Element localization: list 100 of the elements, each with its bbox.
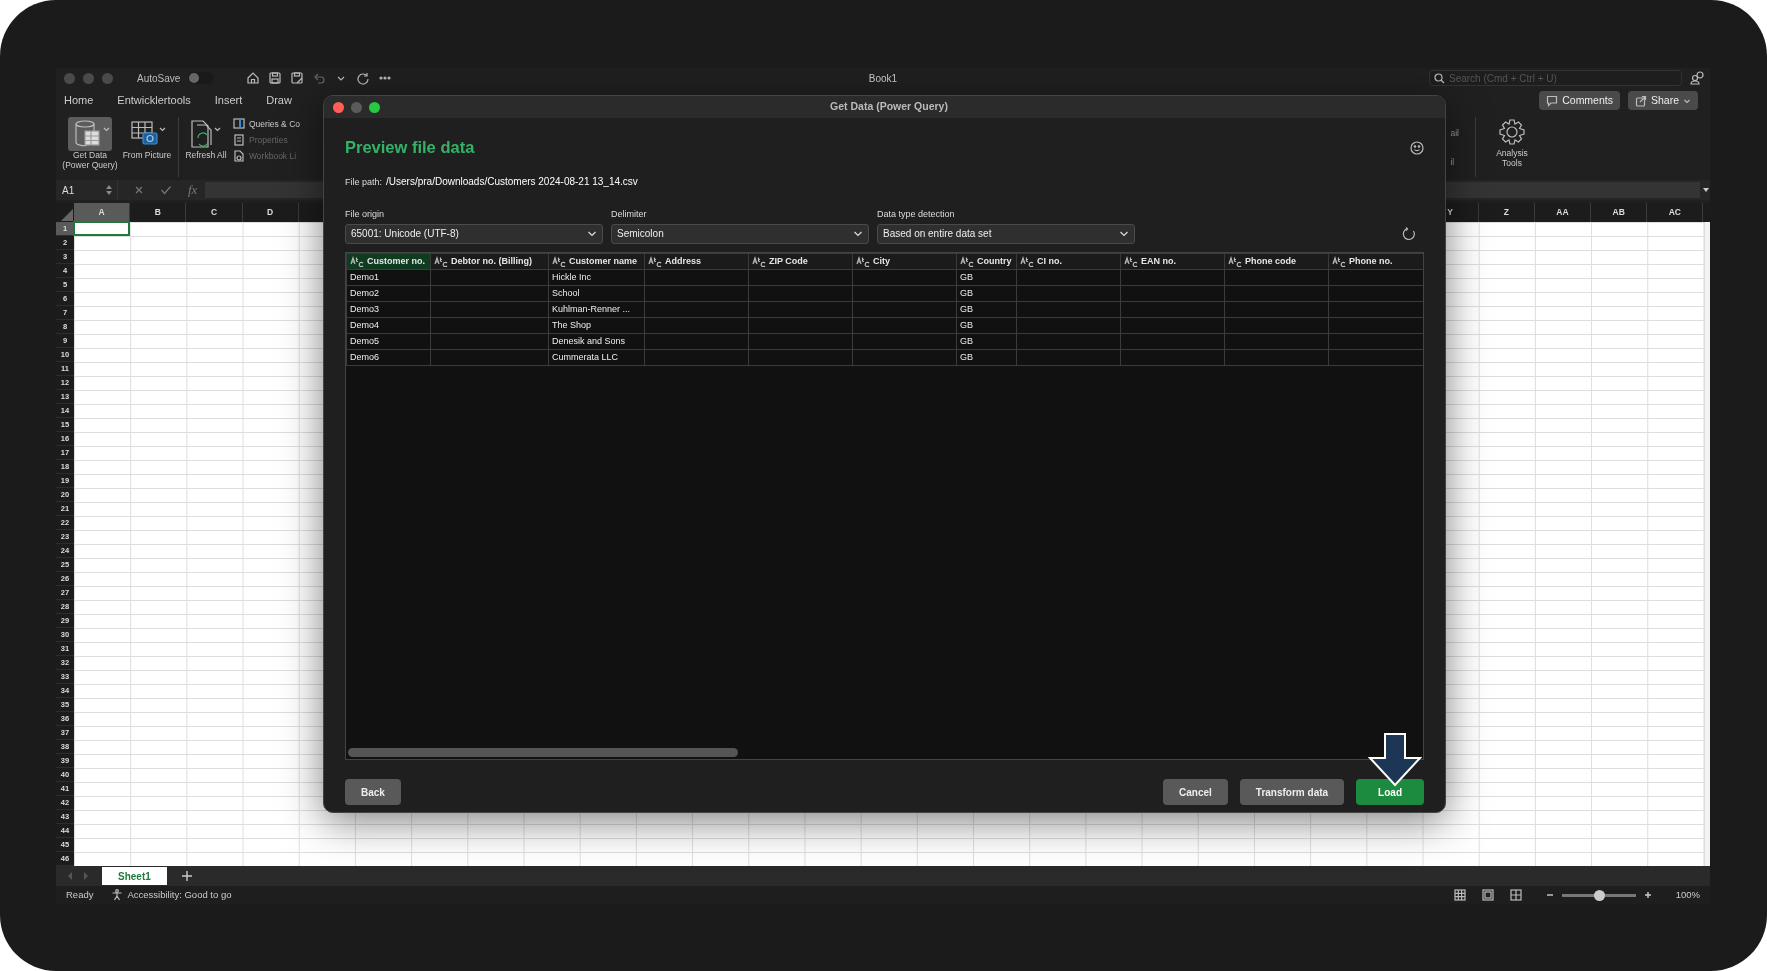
column-header[interactable]: ZIP Code: [748, 253, 853, 270]
column-header[interactable]: Phone no.: [1328, 253, 1423, 270]
ribbon-tab[interactable]: Insert: [214, 92, 253, 109]
ribbon-item-label: ail: [1450, 127, 1459, 140]
zoom-out-icon[interactable]: [1545, 891, 1554, 899]
column-header[interactable]: Phone code: [1224, 253, 1329, 270]
text-type-icon: [350, 255, 364, 267]
name-box[interactable]: A1: [56, 180, 118, 200]
column-header[interactable]: Country: [956, 253, 1017, 270]
table-cell: Demo3: [346, 301, 431, 318]
load-button[interactable]: Load: [1356, 779, 1424, 805]
back-button[interactable]: Back: [345, 779, 401, 805]
save-as-icon[interactable]: [290, 71, 305, 85]
ribbon-button[interactable]: Get Data (Power Query): [60, 117, 120, 171]
vertical-scrollbar[interactable]: [1704, 222, 1710, 866]
autosave-label: AutoSave: [137, 71, 181, 86]
column-title: Address: [665, 254, 701, 268]
dialog-button[interactable]: Cancel: [1163, 779, 1228, 805]
table-cell: GB: [956, 285, 1017, 302]
column-title: Customer name: [569, 254, 638, 268]
stepper-icon[interactable]: [105, 184, 113, 196]
column-header[interactable]: Customer name: [548, 253, 645, 270]
selected-cell[interactable]: [73, 221, 130, 236]
text-type-icon: [1020, 255, 1034, 267]
column-title: Customer no.: [367, 254, 425, 268]
share-button[interactable]: Share: [1627, 91, 1698, 110]
home-icon[interactable]: [246, 71, 261, 85]
text-type-icon: [1228, 255, 1242, 267]
table-cell: Kuhlman-Renner ...: [548, 301, 645, 318]
column-header[interactable]: CI no.: [1016, 253, 1121, 270]
ribbon-button[interactable]: Refresh All: [183, 117, 229, 161]
column-header[interactable]: A: [74, 203, 131, 222]
column-header[interactable]: Debtor no. (Billing): [430, 253, 549, 270]
people-icon[interactable]: [1690, 71, 1706, 85]
comments-button[interactable]: Comments: [1539, 91, 1620, 110]
dialog-button[interactable]: Transform data: [1239, 779, 1345, 805]
ribbon-tab[interactable]: Home: [64, 92, 104, 109]
text-type-icon: [856, 255, 870, 267]
dropdown[interactable]: Based on entire data set: [877, 223, 1135, 244]
column-header[interactable]: Address: [644, 253, 749, 270]
column-title: ZIP Code: [769, 254, 808, 268]
table-cell: Demo6: [346, 349, 431, 366]
dialog-title: Get Data (Power Query): [830, 99, 948, 115]
analysis-tools-button[interactable]: Analysis Tools: [1486, 117, 1538, 169]
sheet-tab[interactable]: Sheet1: [102, 867, 167, 885]
table-cell: GB: [956, 333, 1017, 350]
dialog-heading: Preview file data: [345, 138, 475, 158]
accessibility-icon[interactable]: [111, 889, 124, 901]
file-path: /Users/pra/Downloads/Customers 2024-08-21 13_14.csv: [386, 174, 638, 189]
redo-icon[interactable]: [356, 71, 371, 85]
normal-view-icon[interactable]: [1453, 889, 1466, 901]
comment-icon: [1546, 94, 1559, 107]
cell-reference: A1: [62, 183, 75, 198]
page-break-icon[interactable]: [1509, 889, 1522, 901]
accessibility-status: Accessibility: Good to go: [127, 887, 232, 902]
add-sheet-icon[interactable]: [180, 870, 193, 882]
text-type-icon: [752, 255, 766, 267]
zoom-slider-thumb[interactable]: [1593, 889, 1605, 901]
close-icon[interactable]: [134, 185, 144, 195]
text-type-icon: [434, 255, 448, 267]
horizontal-scrollbar[interactable]: [348, 747, 738, 757]
dropdown[interactable]: 65001: Unicode (UTF-8): [345, 223, 603, 244]
ribbon-item[interactable]: Queries & Co: [233, 118, 301, 131]
column-title: Phone code: [1245, 254, 1296, 268]
save-icon[interactable]: [268, 71, 283, 85]
properties-icon: [233, 134, 245, 147]
smiley-icon[interactable]: [1410, 140, 1424, 155]
table-cell: GB: [956, 301, 1017, 318]
share-icon: [1634, 94, 1647, 107]
text-type-icon: [1332, 255, 1346, 267]
autosave-toggle[interactable]: [188, 72, 215, 84]
caret-icon[interactable]: [1702, 186, 1710, 194]
column-header[interactable]: City: [852, 253, 957, 270]
column-header[interactable]: EAN no.: [1120, 253, 1225, 270]
table-cell: Demo4: [346, 317, 431, 334]
undo-icon[interactable]: [312, 71, 327, 85]
ribbon-tab[interactable]: Entwicklertools: [117, 92, 201, 109]
page-layout-icon[interactable]: [1481, 889, 1494, 901]
window-button[interactable]: [333, 101, 344, 113]
ribbon-button[interactable]: From Picture: [120, 117, 174, 161]
ribbon-tab[interactable]: Draw: [266, 92, 302, 109]
pointer-arrow: [1366, 732, 1424, 788]
caret-icon: [587, 229, 597, 238]
check-icon[interactable]: [160, 185, 172, 195]
link-file-icon: [233, 149, 245, 162]
queries-icon: [233, 118, 245, 131]
text-type-icon: [552, 255, 566, 267]
column-header[interactable]: Customer no.: [346, 253, 431, 270]
search-icon: [1434, 73, 1445, 84]
table-cell: Demo1: [346, 269, 431, 286]
column-title: Debtor no. (Billing): [451, 254, 532, 268]
zoom-in-icon[interactable]: [1643, 891, 1652, 899]
zoom-level: 100%: [1675, 887, 1700, 902]
dropdown[interactable]: Semicolon: [611, 223, 869, 244]
text-type-icon: [1124, 255, 1138, 267]
column-title: Country: [977, 254, 1012, 268]
table-cell: GB: [956, 349, 1017, 366]
refresh-icon[interactable]: [1402, 226, 1416, 241]
status-text: Ready: [66, 887, 94, 902]
window-button[interactable]: [369, 101, 380, 113]
